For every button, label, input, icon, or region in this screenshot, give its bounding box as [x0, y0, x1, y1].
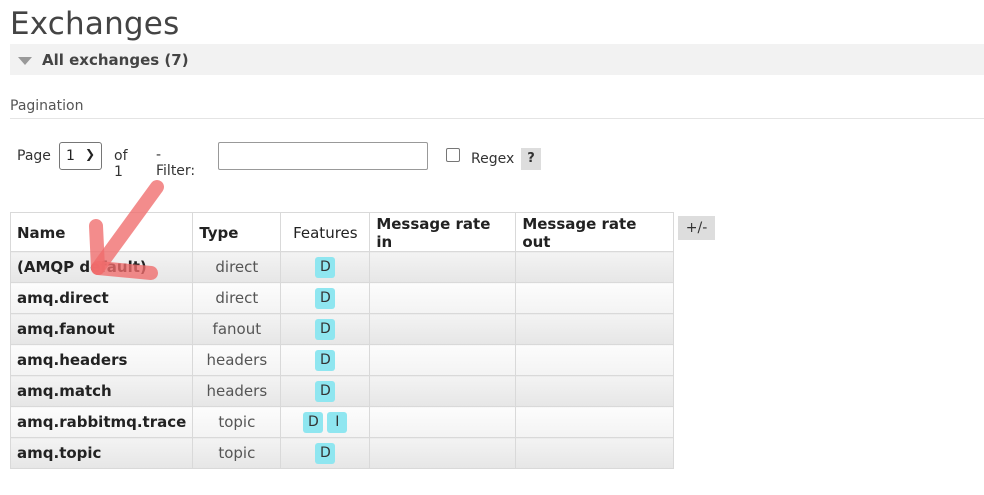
exchange-name-link[interactable]: amq.topic — [9, 437, 194, 469]
table-row: amq.headers headers D — [9, 344, 675, 376]
message-rate-out — [515, 375, 675, 407]
message-rate-in — [369, 313, 517, 345]
column-header-features: Features — [280, 212, 371, 252]
exchange-features: D — [280, 251, 371, 283]
table-row: amq.match headers D — [9, 375, 675, 407]
column-header-rate-out[interactable]: Message rate out — [515, 212, 675, 252]
message-rate-out — [515, 437, 675, 469]
message-rate-in — [369, 282, 517, 314]
column-header-rate-in[interactable]: Message rate in — [369, 212, 517, 252]
message-rate-in — [369, 406, 517, 438]
column-header-type[interactable]: Type — [192, 212, 282, 252]
all-exchanges-toggle[interactable]: All exchanges (7) — [10, 44, 984, 75]
message-rate-in — [369, 437, 517, 469]
filter-label: - Filter: — [156, 147, 196, 179]
message-rate-out — [515, 282, 675, 314]
exchange-features: D — [280, 282, 371, 314]
message-rate-in — [369, 375, 517, 407]
feature-badge: D — [315, 349, 336, 371]
page-count-label: of 1 — [114, 148, 128, 180]
feature-badge: D — [315, 256, 336, 278]
exchange-type: topic — [192, 437, 282, 469]
exchange-features: D — [280, 313, 371, 345]
exchange-type: headers — [192, 375, 282, 407]
regex-checkbox[interactable] — [446, 148, 460, 162]
column-header-name[interactable]: Name — [9, 212, 194, 252]
page-select[interactable]: 1 — [59, 142, 102, 170]
table-row: amq.rabbitmq.trace topic D I — [9, 406, 675, 438]
exchange-type: fanout — [192, 313, 282, 345]
message-rate-out — [515, 344, 675, 376]
exchange-features: D — [280, 437, 371, 469]
feature-badge: D — [315, 287, 336, 309]
regex-label: Regex — [471, 151, 515, 167]
exchange-name-link[interactable]: amq.match — [9, 375, 194, 407]
divider — [10, 118, 984, 119]
column-toggle-button[interactable]: +/- — [678, 216, 715, 240]
pagination-title: Pagination — [10, 98, 84, 114]
feature-badge: D — [303, 411, 324, 433]
exchange-name-link[interactable]: amq.direct — [9, 282, 194, 314]
message-rate-out — [515, 313, 675, 345]
feature-badge: D — [315, 318, 336, 340]
exchange-name-link[interactable]: amq.headers — [9, 344, 194, 376]
exchange-features: D — [280, 375, 371, 407]
exchange-name-link[interactable]: amq.fanout — [9, 313, 194, 345]
feature-badge: D — [315, 442, 336, 464]
exchange-type: headers — [192, 344, 282, 376]
exchange-type: direct — [192, 251, 282, 283]
regex-help-button[interactable]: ? — [521, 148, 541, 170]
feature-badge: D — [315, 380, 336, 402]
message-rate-out — [515, 251, 675, 283]
table-row: amq.fanout fanout D — [9, 313, 675, 345]
exchange-features: DI — [280, 406, 371, 438]
table-header-row: Name Type Features Message rate in Messa… — [9, 212, 675, 252]
table-row: (AMQP default) direct D — [9, 251, 675, 283]
table-row: amq.topic topic D — [9, 437, 675, 469]
exchange-name-link[interactable]: amq.rabbitmq.trace — [9, 406, 194, 438]
exchange-type: direct — [192, 282, 282, 314]
feature-badge: I — [327, 411, 348, 433]
page-label: Page — [17, 148, 51, 164]
page-title: Exchanges — [10, 6, 180, 42]
all-exchanges-label: All exchanges (7) — [42, 51, 189, 69]
message-rate-in — [369, 251, 517, 283]
exchange-features: D — [280, 344, 371, 376]
exchanges-table: Name Type Features Message rate in Messa… — [9, 212, 675, 469]
message-rate-out — [515, 406, 675, 438]
filter-input[interactable] — [218, 142, 428, 170]
exchange-type: topic — [192, 406, 282, 438]
message-rate-in — [369, 344, 517, 376]
collapse-triangle-icon — [18, 57, 32, 65]
exchange-name-link[interactable]: (AMQP default) — [9, 251, 194, 283]
table-row: amq.direct direct D — [9, 282, 675, 314]
